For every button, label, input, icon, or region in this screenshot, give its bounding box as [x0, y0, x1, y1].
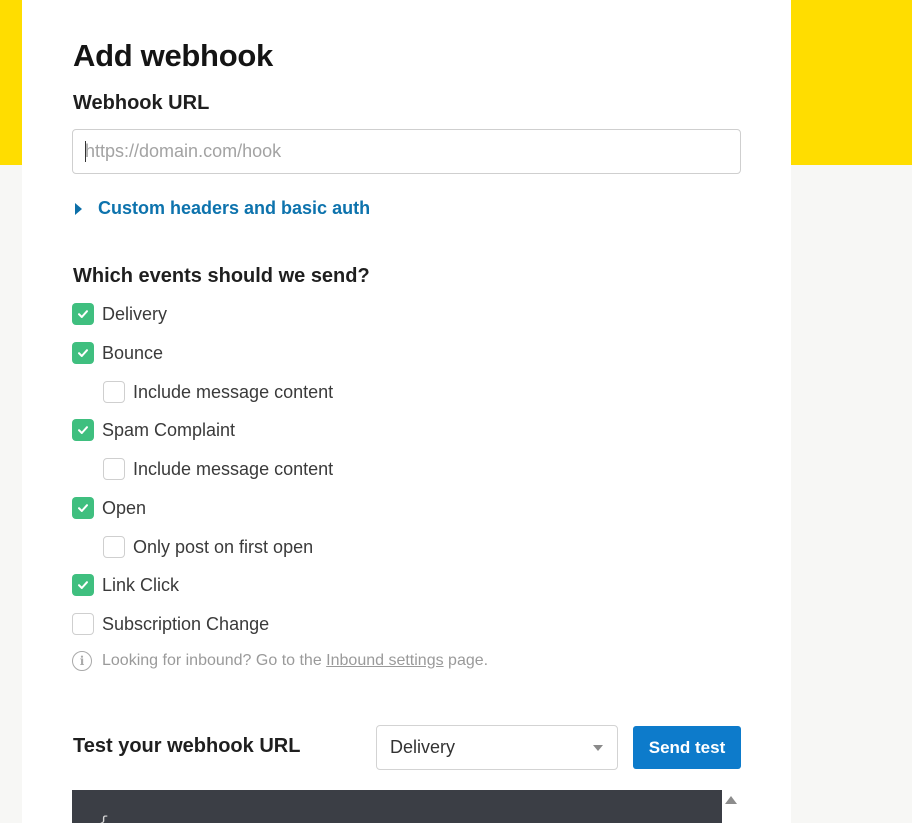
event-open[interactable]: Open — [72, 497, 146, 519]
event-label: Spam Complaint — [102, 419, 236, 440]
inbound-settings-link[interactable]: Inbound settings — [326, 652, 443, 669]
event-open-first-only[interactable]: Only post on first open — [103, 536, 313, 558]
event-spam-complaint[interactable]: Spam Complaint — [72, 419, 235, 441]
test-event-selected-value: Delivery — [390, 737, 456, 757]
scroll-up-arrow-icon[interactable] — [725, 796, 737, 804]
checkbox-unchecked-icon[interactable] — [103, 381, 125, 403]
event-label: Subscription Change — [102, 613, 270, 634]
checkbox-unchecked-icon[interactable] — [103, 458, 125, 480]
inbound-note-text: Looking for inbound? Go to the Inbound s… — [102, 652, 488, 670]
page-title: Add webhook — [73, 38, 273, 73]
event-label: Include message content — [133, 458, 334, 479]
inbound-note-prefix: Looking for inbound? Go to the — [102, 652, 327, 669]
info-icon: i — [72, 651, 92, 671]
event-subscription-change[interactable]: Subscription Change — [72, 613, 269, 635]
webhook-url-label: Webhook URL — [73, 92, 210, 114]
checkbox-unchecked-icon[interactable] — [72, 613, 94, 635]
test-payload-code-block[interactable]: { — [72, 790, 722, 823]
event-delivery[interactable]: Delivery — [72, 303, 167, 325]
inbound-note: i Looking for inbound? Go to the Inbound… — [72, 651, 488, 671]
custom-headers-toggle[interactable]: Custom headers and basic auth — [72, 198, 370, 219]
send-test-button[interactable]: Send test — [633, 726, 741, 769]
checkbox-checked-icon[interactable] — [72, 303, 94, 325]
checkbox-checked-icon[interactable] — [72, 419, 94, 441]
event-link-click[interactable]: Link Click — [72, 574, 179, 596]
event-label: Link Click — [102, 574, 180, 595]
chevron-down-icon — [593, 745, 603, 751]
test-webhook-label: Test your webhook URL — [73, 735, 301, 757]
inbound-note-suffix: page. — [443, 652, 489, 669]
event-label: Delivery — [102, 303, 168, 324]
event-label: Only post on first open — [133, 536, 314, 557]
event-label: Open — [102, 497, 147, 518]
checkbox-checked-icon[interactable] — [72, 342, 94, 364]
events-heading: Which events should we send? — [73, 265, 370, 287]
code-preview-text: { — [99, 814, 109, 823]
caret-right-icon — [75, 202, 82, 215]
webhook-url-input[interactable] — [72, 129, 741, 174]
text-caret — [85, 141, 86, 162]
event-label: Bounce — [102, 342, 164, 363]
checkbox-unchecked-icon[interactable] — [103, 536, 125, 558]
event-bounce-include-content[interactable]: Include message content — [103, 381, 333, 403]
checkbox-checked-icon[interactable] — [72, 497, 94, 519]
add-webhook-card: Add webhook Webhook URL Custom headers a… — [22, 0, 791, 823]
test-event-select[interactable]: Delivery — [376, 725, 618, 770]
event-spam-include-content[interactable]: Include message content — [103, 458, 333, 480]
custom-headers-link[interactable]: Custom headers and basic auth — [98, 198, 370, 219]
event-label: Include message content — [133, 381, 334, 402]
checkbox-checked-icon[interactable] — [72, 574, 94, 596]
event-bounce[interactable]: Bounce — [72, 342, 163, 364]
